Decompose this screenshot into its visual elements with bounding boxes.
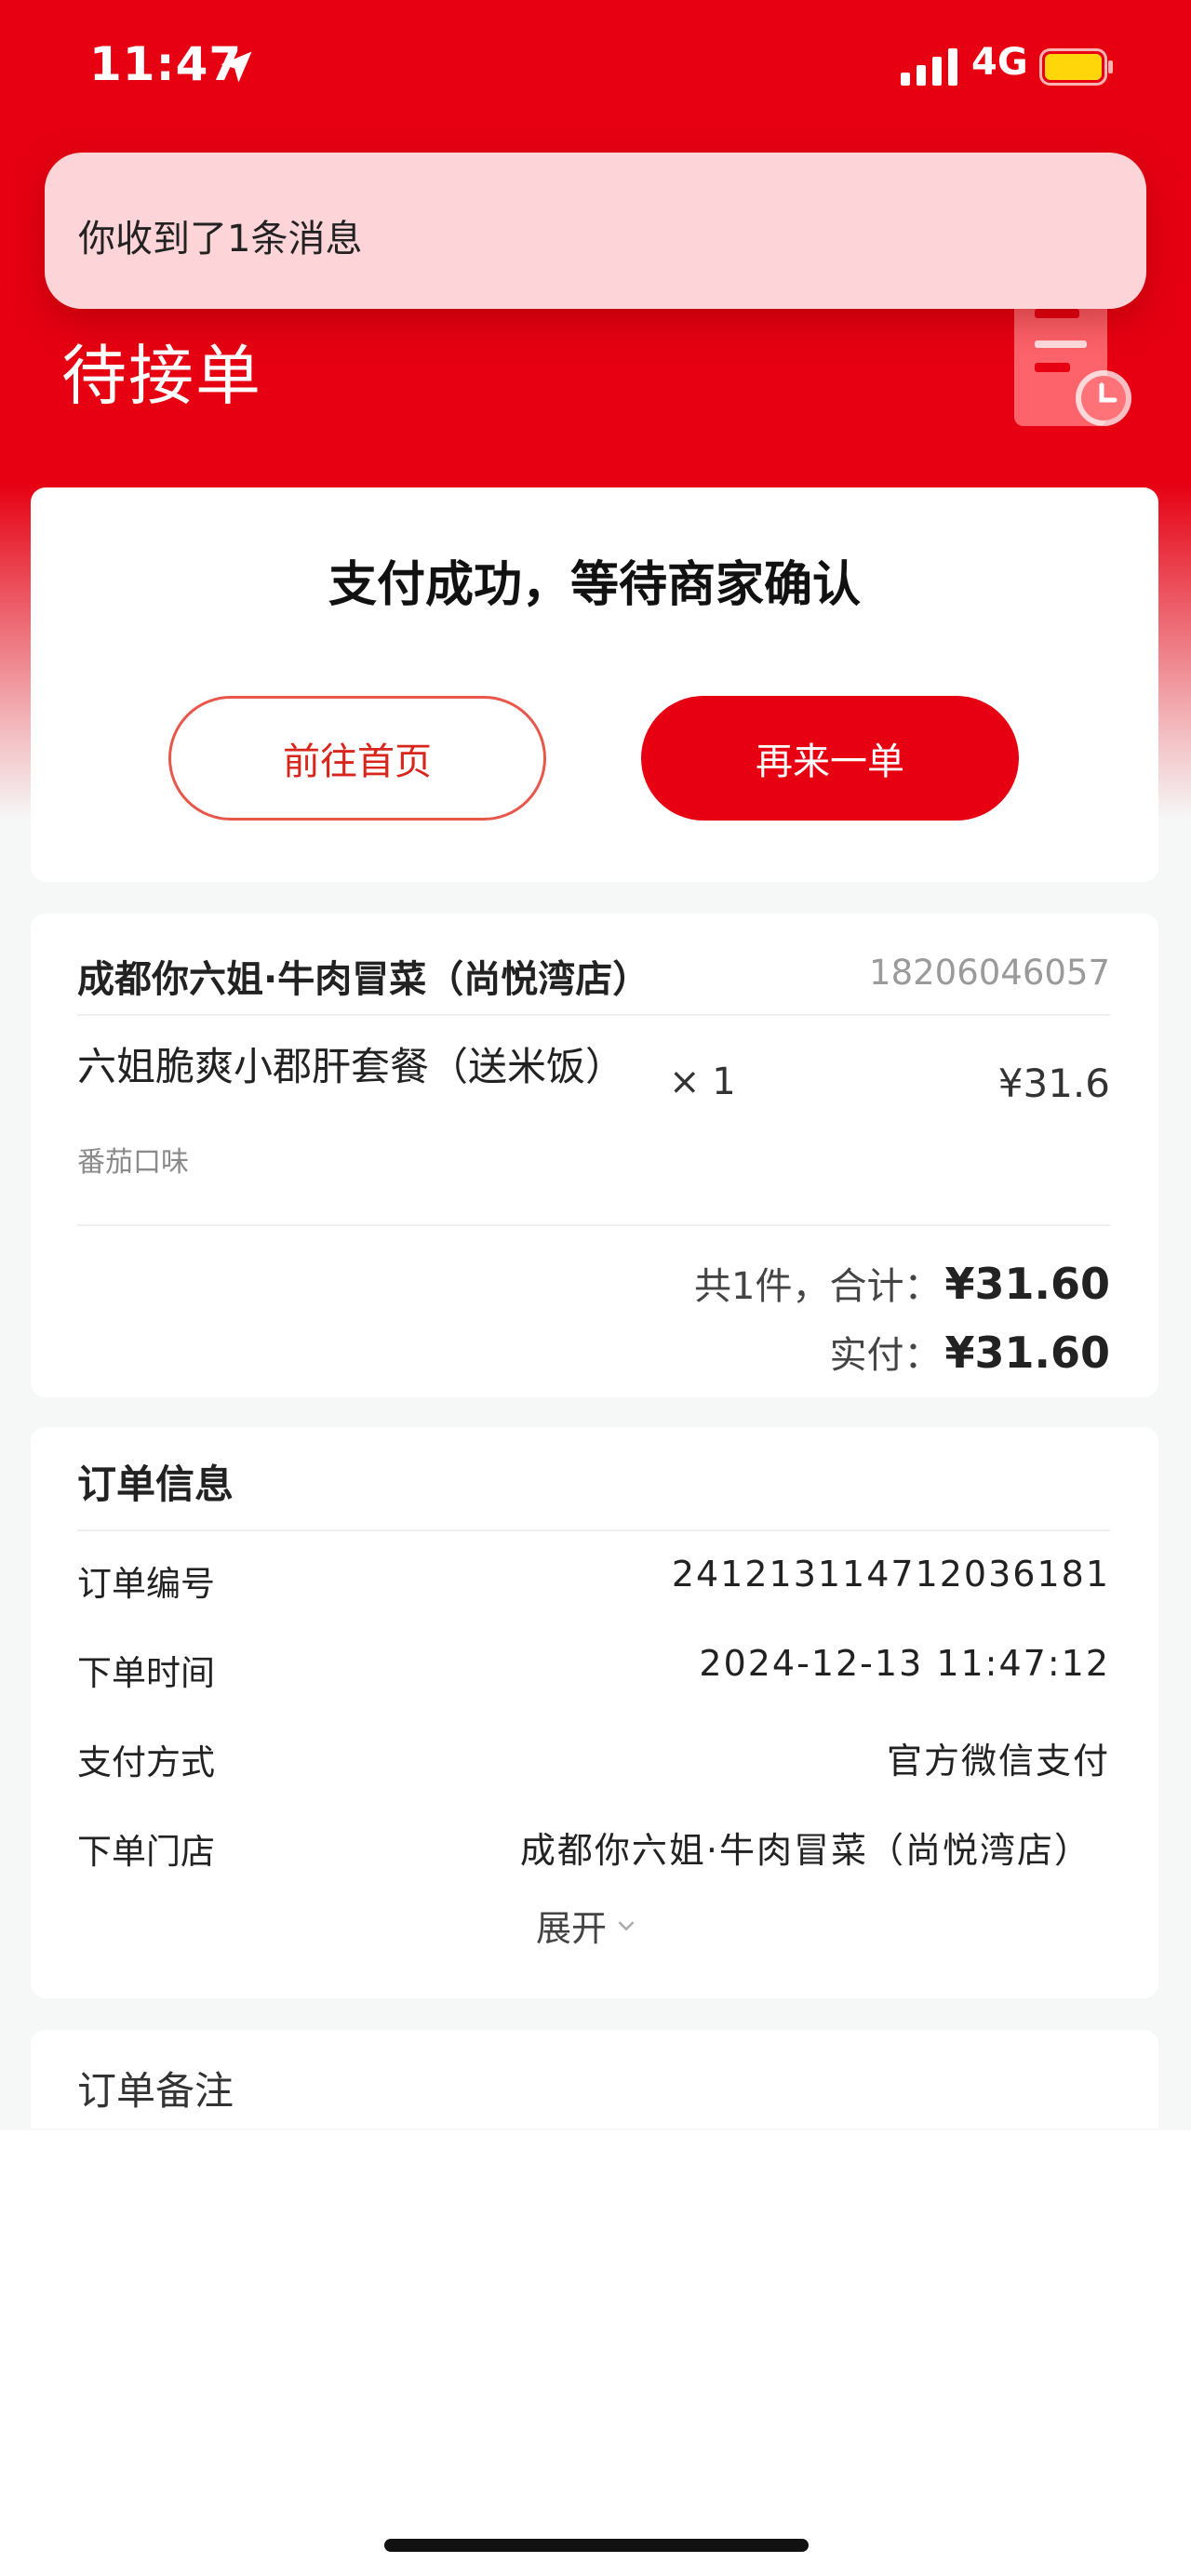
divider [77,1014,1110,1016]
home-indicator[interactable] [384,2539,809,2552]
expand-button[interactable]: 展开 [536,1900,640,1951]
order-number-label: 订单编号 [77,1564,215,1604]
notification-text: 你收到了1条消息 [78,218,363,260]
order-total: 共1件，合计： ¥31.60 [694,1256,1110,1310]
status-bar: 11:47 4G [0,0,1191,140]
order-info-card: 订单信息 订单编号 241213114712036181 下单时间 2024-1… [31,1427,1158,1998]
battery-icon [1039,48,1113,86]
order-status-title: 待接单 [61,338,262,414]
item-price: ¥31.6 [997,1061,1110,1106]
order-store-value: 成都你六姐·牛肉冒菜（尚悦湾店） [519,1830,1091,1871]
signal-icon [901,48,957,86]
reorder-button[interactable]: 再来一单 [641,696,1019,821]
network-type: 4G [971,41,1028,84]
item-spec: 番茄口味 [77,1146,189,1179]
order-number-value: 241213114712036181 [671,1554,1110,1595]
item-quantity: × 1 [669,1061,736,1103]
chevron-down-icon [618,1920,635,1931]
payment-result-card: 支付成功，等待商家确认 前往首页 再来一单 [31,487,1158,882]
order-remark-card[interactable]: 订单备注 [31,2030,1158,2129]
store-name[interactable]: 成都你六姐·牛肉冒菜（尚悦湾店） [77,949,649,1003]
order-remark-title: 订单备注 [77,2068,234,2114]
payment-method-value: 官方微信支付 [886,1741,1110,1782]
total-amount: ¥31.60 [944,1259,1110,1309]
total-label: 共1件，合计： [694,1265,942,1308]
message-notification[interactable]: 你收到了1条消息 [45,153,1146,309]
store-phone[interactable]: 18206046057 [869,953,1110,993]
order-time-label: 下单时间 [77,1653,215,1693]
payment-method-label: 支付方式 [77,1742,215,1782]
expand-label: 展开 [536,1908,608,1949]
paid-total: 实付： ¥31.60 [829,1325,1110,1379]
order-status-page: 11:47 4G 待接单 你收到了1条消息 支付成功，等待商家确认 前往首页 再… [0,0,1191,2576]
item-name: 六姐脆爽小郡肝套餐（送米饭） [77,1044,625,1089]
order-pending-illustration [1014,287,1131,426]
location-arrow-icon [221,51,252,83]
order-summary-card: 成都你六姐·牛肉冒菜（尚悦湾店） 18206046057 六姐脆爽小郡肝套餐（送… [31,914,1158,1397]
paid-label: 实付： [829,1334,942,1377]
order-time-value: 2024-12-13 11:47:12 [699,1643,1110,1684]
order-info-title: 订单信息 [77,1462,234,1507]
paid-amount: ¥31.60 [944,1328,1110,1378]
divider [77,1224,1110,1226]
order-store-label: 下单门店 [77,1832,215,1872]
divider [77,1529,1110,1531]
go-home-button[interactable]: 前往首页 [168,696,546,821]
payment-success-message: 支付成功，等待商家确认 [328,557,861,613]
